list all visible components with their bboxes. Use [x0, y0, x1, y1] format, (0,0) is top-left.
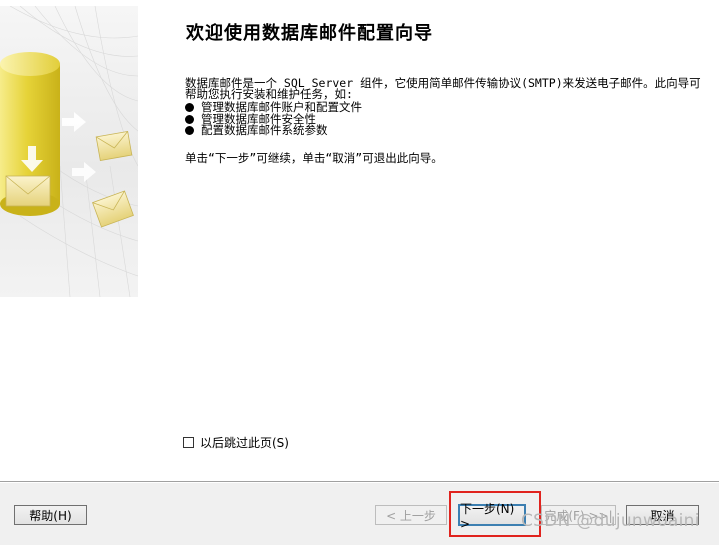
navigation-hint: 单击“下一步”可继续，单击“取消”可退出此向导。 [185, 151, 443, 165]
bullet-icon [185, 126, 194, 136]
list-item: 配置数据库邮件系统参数 [185, 125, 362, 137]
skip-page-option[interactable]: 以后跳过此页(S) [183, 434, 289, 451]
list-item-label: 配置数据库邮件系统参数 [201, 123, 328, 138]
watermark: CSDN @dujunwoaini [521, 511, 700, 531]
intro-text: 数据库邮件是一个 SQL Server 组件，它使用简单邮件传输协议(SMTP)… [185, 76, 701, 101]
task-list: 管理数据库邮件账户和配置文件 管理数据库邮件安全性 配置数据库邮件系统参数 [185, 102, 362, 137]
bullet-icon [185, 103, 194, 113]
database-mail-illustration [0, 6, 138, 297]
help-button[interactable]: 帮助(H) [14, 505, 87, 525]
page-title: 欢迎使用数据库邮件配置向导 [186, 23, 433, 44]
mail-config-wizard: 欢迎使用数据库邮件配置向导 数据库邮件是一个 SQL Server 组件，它使用… [0, 0, 719, 545]
skip-page-checkbox[interactable] [183, 437, 194, 448]
wizard-banner-image [0, 6, 138, 297]
skip-page-label: 以后跳过此页(S) [200, 436, 289, 450]
back-button[interactable]: < 上一步 [375, 505, 447, 525]
bullet-icon [185, 114, 194, 124]
